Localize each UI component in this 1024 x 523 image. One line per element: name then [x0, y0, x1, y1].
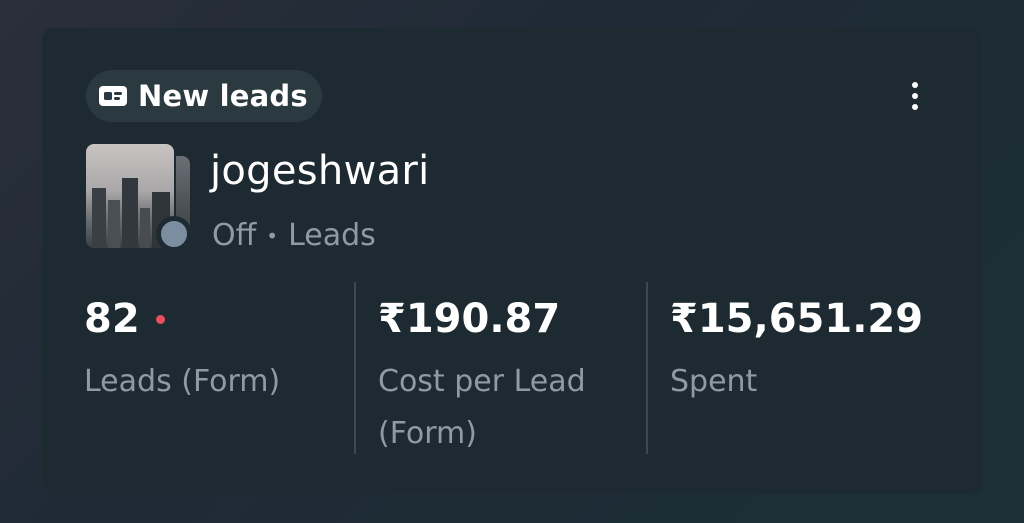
- metric-spent[interactable]: ₹15,651.29 Spent: [670, 282, 960, 454]
- campaign-objective: Leads: [288, 218, 376, 253]
- new-leads-badge[interactable]: New leads: [86, 70, 322, 122]
- cost-per-lead-value: ₹190.87: [378, 296, 561, 342]
- lead-form-icon: [98, 85, 128, 107]
- spent-label: Spent: [670, 364, 758, 399]
- campaign-thumbnail[interactable]: [84, 142, 194, 252]
- spent-value: ₹15,651.29: [670, 296, 924, 342]
- more-options-button[interactable]: [898, 76, 932, 116]
- status-indicator: [156, 216, 192, 252]
- cost-per-lead-label-line1: Cost per Lead: [378, 364, 586, 399]
- campaign-name[interactable]: jogeshwari: [210, 148, 430, 194]
- leads-value: 82: [84, 296, 140, 342]
- badge-label: New leads: [138, 79, 308, 113]
- metric-cost-per-lead[interactable]: ₹190.87 Cost per Lead (Form): [378, 282, 646, 454]
- campaign-card[interactable]: New leads jogeshwari Off • Leads 82 Lead…: [42, 28, 982, 494]
- meta-separator: •: [266, 223, 279, 248]
- metric-divider: [646, 282, 648, 454]
- cost-per-lead-label-line2: (Form): [378, 416, 477, 451]
- more-vertical-icon: [912, 82, 918, 88]
- new-activity-dot: [155, 314, 165, 324]
- campaign-meta: Off • Leads: [212, 218, 376, 253]
- campaign-status: Off: [212, 218, 257, 253]
- metric-leads[interactable]: 82 Leads (Form): [84, 282, 354, 454]
- leads-label: Leads (Form): [84, 364, 281, 399]
- cost-per-lead-label: Cost per Lead (Form): [378, 356, 646, 460]
- metric-divider: [354, 282, 356, 454]
- metrics-row: 82 Leads (Form) ₹190.87 Cost per Lead (F…: [84, 282, 964, 454]
